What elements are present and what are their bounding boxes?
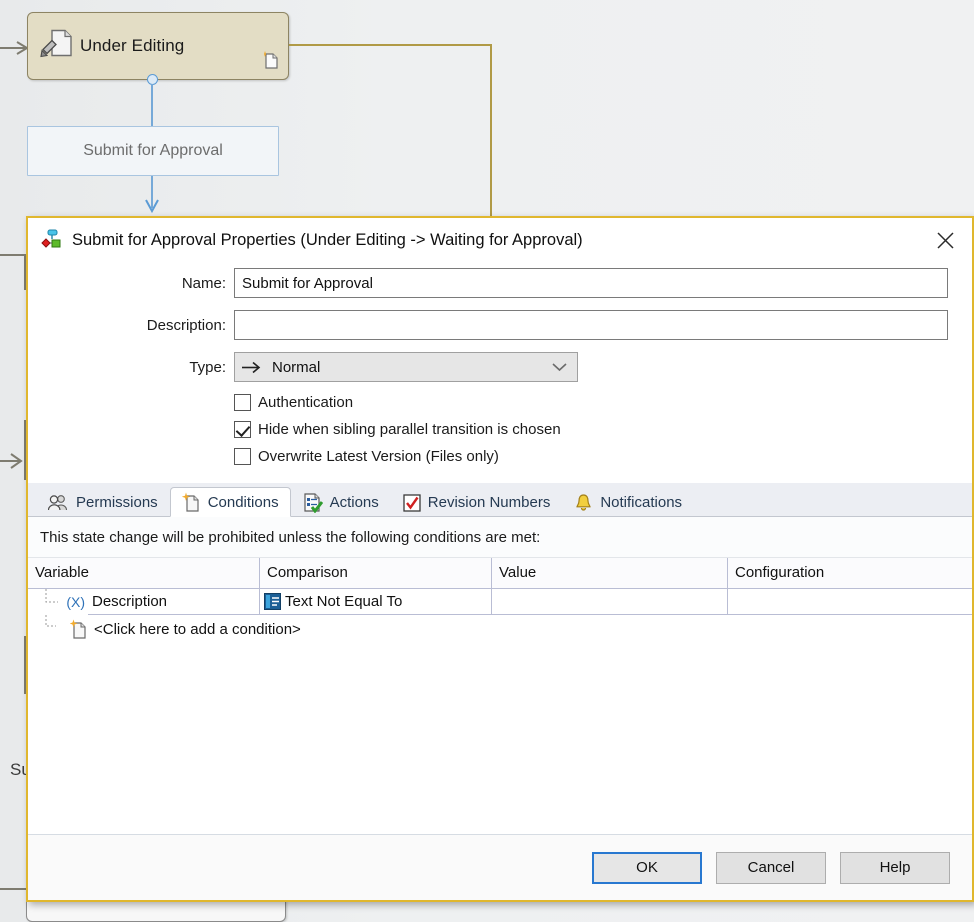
checkbox-overwrite-latest[interactable]: Overwrite Latest Version (Files only): [52, 448, 948, 465]
tree-branch-icon: [45, 589, 58, 603]
tab-conditions-label: Conditions: [207, 493, 279, 511]
grid-empty-area[interactable]: [28, 643, 972, 834]
add-row-gutter: [28, 615, 88, 639]
bell-icon: [574, 493, 593, 512]
under-editing-state-icon: [40, 28, 74, 65]
name-input[interactable]: [234, 268, 948, 298]
authentication-checkbox[interactable]: [234, 394, 251, 411]
chevron-down-icon: [552, 359, 567, 376]
hide-sibling-label: Hide when sibling parallel transition is…: [258, 421, 561, 438]
state-under-editing-label: Under Editing: [80, 36, 185, 55]
dialog-titlebar: Submit for Approval Properties (Under Ed…: [28, 218, 972, 262]
left-flow-line-bottom: [0, 888, 28, 890]
state-under-editing[interactable]: Under Editing: [27, 12, 289, 80]
column-header-variable[interactable]: Variable: [28, 558, 260, 589]
row-gutter: (X): [28, 589, 88, 615]
help-button[interactable]: Help: [840, 851, 950, 884]
transition-label: Submit for Approval: [83, 142, 223, 159]
conditions-tabpanel: This state change will be prohibited unl…: [28, 517, 972, 834]
conditions-grid-header: Variable Comparison Value Configuration: [28, 558, 972, 589]
conditions-grid[interactable]: Variable Comparison Value Configuration …: [28, 558, 972, 834]
left-flow-arrowhead-mid: [10, 453, 23, 469]
description-row: Description:: [52, 310, 948, 340]
name-label: Name:: [181, 274, 226, 292]
cell-variable-text: Description: [92, 593, 168, 610]
condition-document-icon: [181, 492, 201, 512]
type-dropdown-value: Normal: [272, 358, 321, 376]
overwrite-latest-label: Overwrite Latest Version (Files only): [258, 448, 499, 465]
blue-flow-arrowhead: [145, 199, 159, 214]
add-condition-row[interactable]: <Click here to add a condition>: [28, 615, 972, 643]
checkbox-authentication[interactable]: Authentication: [52, 394, 948, 411]
variable-x-icon: (X): [66, 594, 85, 610]
cell-value[interactable]: [492, 589, 728, 615]
users-icon: [48, 494, 69, 511]
close-icon[interactable]: [924, 222, 966, 258]
conditions-note: This state change will be prohibited unl…: [28, 517, 972, 558]
table-row[interactable]: (X) Description Text Not Equal To: [28, 589, 972, 615]
left-flow-line-upper: [0, 254, 26, 256]
hide-sibling-checkbox[interactable]: [234, 421, 251, 438]
overwrite-latest-checkbox[interactable]: [234, 448, 251, 465]
cell-configuration[interactable]: [728, 589, 972, 615]
cancel-button[interactable]: Cancel: [716, 851, 826, 884]
tab-permissions-label: Permissions: [76, 494, 158, 511]
transition-submit-for-approval[interactable]: Submit for Approval: [27, 126, 279, 176]
new-condition-icon: [70, 619, 88, 639]
column-header-comparison[interactable]: Comparison: [260, 558, 492, 589]
cell-comparison-text: Text Not Equal To: [285, 593, 403, 610]
gold-flow-line-vertical: [490, 44, 492, 216]
arrow-right-icon: [241, 361, 263, 374]
dialog-form-area: Name: Description: Type: Normal: [28, 262, 972, 475]
red-check-box-icon: [403, 493, 421, 512]
actions-checklist-icon: [303, 492, 323, 513]
workflow-transition-icon: [40, 229, 62, 251]
type-row: Type: Normal: [52, 352, 948, 382]
transition-properties-dialog[interactable]: Submit for Approval Properties (Under Ed…: [26, 216, 974, 902]
cell-comparison[interactable]: Text Not Equal To: [260, 589, 492, 615]
tree-branch-icon-2: [45, 615, 56, 627]
name-row: Name:: [52, 268, 948, 298]
cell-variable[interactable]: Description: [88, 589, 260, 615]
tab-notifications[interactable]: Notifications: [562, 487, 694, 517]
new-document-icon: [261, 50, 280, 75]
tab-conditions[interactable]: Conditions: [169, 487, 291, 517]
column-header-value[interactable]: Value: [492, 558, 728, 589]
dialog-tabstrip[interactable]: Permissions Conditions Actions Revision …: [28, 483, 972, 517]
type-dropdown[interactable]: Normal: [234, 352, 578, 382]
tab-revision-numbers-label: Revision Numbers: [427, 494, 551, 511]
tab-revision-numbers[interactable]: Revision Numbers: [391, 487, 563, 517]
dialog-button-bar: OK Cancel Help: [28, 834, 972, 900]
tab-actions[interactable]: Actions: [291, 487, 391, 517]
text-comparison-icon: [264, 593, 281, 610]
authentication-label: Authentication: [258, 394, 354, 411]
gold-flow-line-horizontal: [289, 44, 492, 46]
dialog-title: Submit for Approval Properties (Under Ed…: [72, 230, 583, 249]
checkbox-hide-sibling[interactable]: Hide when sibling parallel transition is…: [52, 421, 948, 438]
tab-permissions[interactable]: Permissions: [36, 487, 170, 517]
type-label: Type:: [189, 358, 226, 376]
tab-notifications-label: Notifications: [600, 494, 683, 511]
column-header-configuration[interactable]: Configuration: [728, 558, 972, 589]
tab-actions-label: Actions: [329, 494, 379, 511]
description-input[interactable]: [234, 310, 948, 340]
ok-button[interactable]: OK: [592, 851, 702, 884]
add-condition-label[interactable]: <Click here to add a condition>: [94, 621, 301, 638]
description-label: Description:: [146, 316, 226, 334]
